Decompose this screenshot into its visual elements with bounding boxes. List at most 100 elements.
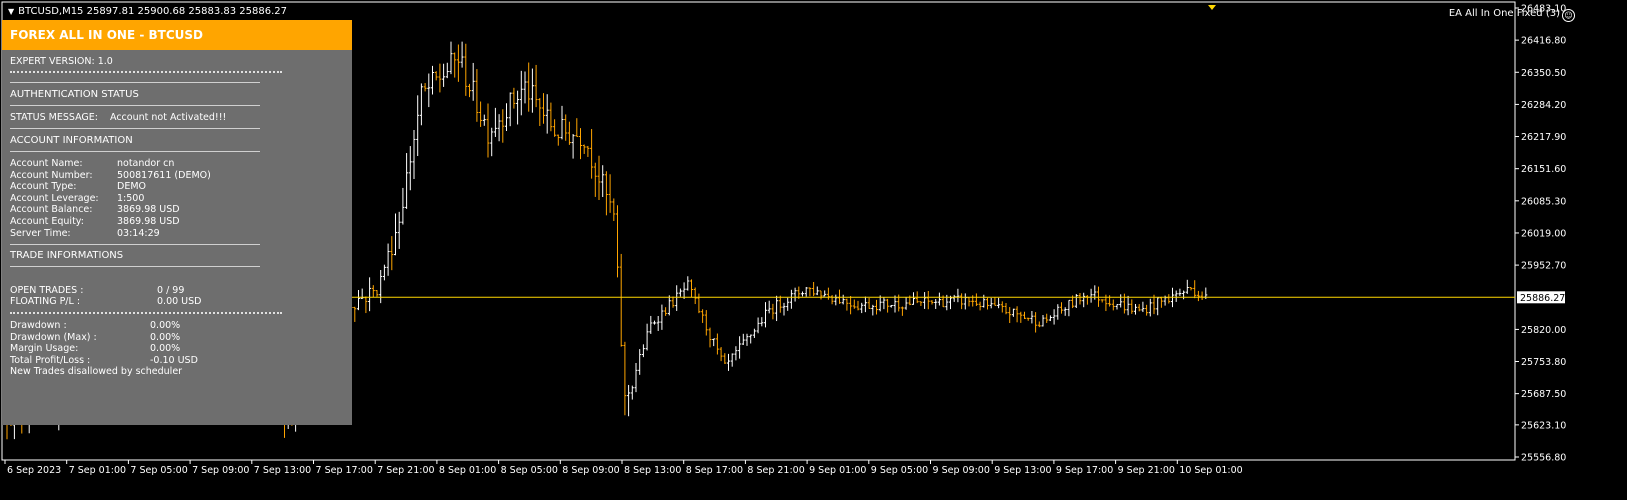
ohlc-bar — [823, 290, 827, 297]
ohlc-bar — [697, 293, 701, 314]
ohlc-bar — [1048, 315, 1052, 322]
price-tick-label: 25556.80 — [1521, 453, 1566, 464]
ohlc-bar — [493, 107, 497, 137]
account-row-value: DEMO — [117, 181, 146, 193]
ohlc-bar — [482, 114, 486, 126]
ohlc-bar — [545, 94, 549, 134]
stat-row-value: 0.00% — [150, 331, 181, 343]
ohlc-bar — [856, 300, 860, 311]
ohlc-bar — [960, 293, 964, 310]
ohlc-bar — [1085, 295, 1089, 305]
time-tick-label: 6 Sep 2023 — [7, 465, 61, 476]
ohlc-bar — [501, 109, 505, 143]
ohlc-bar — [738, 336, 742, 359]
ohlc-bar — [427, 73, 431, 108]
symbol-dropdown-icon[interactable]: ▼ — [8, 7, 14, 16]
ohlc-bar — [479, 101, 483, 127]
stat-row-value: 0.00% — [150, 320, 181, 331]
ohlc-bar — [616, 205, 619, 278]
ohlc-bar — [1100, 299, 1104, 303]
account-row-label: Account Equity: — [10, 216, 84, 227]
ohlc-bar — [401, 187, 405, 225]
ohlc-bar — [693, 287, 697, 305]
ohlc-bar — [997, 297, 1001, 309]
account-row-label: Account Name: — [10, 158, 83, 169]
ohlc-bar — [708, 327, 712, 348]
ohlc-bar — [582, 144, 586, 154]
ohlc-bar — [534, 64, 538, 108]
ohlc-bar — [1000, 301, 1004, 313]
ohlc-bar — [394, 213, 397, 256]
time-tick-label: 9 Sep 17:00 — [1056, 465, 1113, 476]
ohlc-bar — [1052, 309, 1056, 325]
ohlc-bar — [834, 294, 838, 306]
divider — [10, 312, 282, 314]
ohlc-bar — [649, 315, 653, 334]
time-tick-label: 8 Sep 17:00 — [686, 465, 743, 476]
ohlc-bar — [542, 93, 545, 124]
ohlc-bar — [664, 307, 668, 316]
shift-marker-icon[interactable] — [1208, 5, 1216, 10]
price-tick-label: 25753.80 — [1521, 357, 1566, 368]
stat-row-label: Margin Usage: — [10, 343, 79, 354]
ohlc-bar — [986, 297, 989, 310]
time-tick-label: 7 Sep 13:00 — [254, 465, 311, 476]
ohlc-bar — [1045, 313, 1049, 323]
price-tick-label: 26284.20 — [1521, 100, 1566, 111]
ohlc-bar — [867, 297, 871, 309]
ohlc-bar — [1122, 293, 1126, 314]
time-tick-label: 8 Sep 13:00 — [624, 465, 681, 476]
ohlc-bar — [1167, 294, 1171, 304]
ohlc-bar — [490, 127, 494, 157]
ohlc-bar — [775, 295, 779, 322]
ohlc-bar — [390, 236, 394, 271]
time-tick-label: 9 Sep 09:00 — [933, 465, 990, 476]
ohlc-bar — [937, 292, 941, 306]
ohlc-bar — [1178, 288, 1182, 296]
ohlc-bar — [934, 298, 938, 309]
ohlc-bar — [575, 118, 579, 138]
ohlc-bar — [782, 302, 786, 316]
ohlc-bar — [893, 295, 897, 313]
ohlc-bar — [1034, 312, 1038, 333]
expert-advisor-label[interactable]: EA All In One Fixed (3) ☺ — [1449, 8, 1575, 22]
ohlc-bar — [460, 41, 464, 68]
account-heading: ACCOUNT INFORMATION — [10, 135, 133, 146]
ohlc-bar — [1004, 303, 1008, 315]
ohlc-bar — [1023, 311, 1026, 319]
ohlc-bar — [353, 306, 357, 322]
time-tick-label: 10 Sep 01:00 — [1179, 465, 1242, 476]
ohlc-bar — [641, 344, 645, 358]
ohlc-bar — [752, 328, 756, 338]
ea-info-panel: FOREX ALL IN ONE - BTCUSD EXPERT VERSION… — [2, 20, 352, 425]
price-tick-label: 26217.90 — [1521, 132, 1566, 143]
ohlc-bar — [638, 349, 642, 375]
ohlc-bar — [1145, 304, 1149, 316]
ohlc-bar — [627, 384, 631, 417]
ohlc-bar — [719, 347, 723, 362]
ohlc-bar — [667, 295, 671, 316]
ohlc-bar — [438, 63, 442, 93]
time-tick-label: 7 Sep 09:00 — [192, 465, 249, 476]
ohlc-bar — [841, 294, 845, 305]
ohlc-bar — [397, 211, 401, 249]
floating-pl-value: 0.00 USD — [157, 296, 202, 307]
ohlc-bar — [701, 309, 705, 323]
ohlc-bar — [431, 65, 434, 95]
smiley-icon: ☺ — [1562, 9, 1575, 22]
ohlc-bar — [808, 287, 812, 297]
ohlc-bar — [815, 286, 819, 296]
ohlc-bar — [549, 102, 553, 132]
current-price-label: 25886.27 — [1520, 293, 1565, 304]
time-tick-label: 8 Sep 21:00 — [747, 465, 804, 476]
ohlc-bar — [357, 290, 360, 311]
ohlc-bar — [516, 90, 520, 125]
account-row-value: 1:500 — [117, 192, 145, 204]
ohlc-bar — [449, 41, 453, 75]
ohlc-bar — [1063, 307, 1067, 316]
time-tick-label: 7 Sep 17:00 — [316, 465, 373, 476]
ohlc-bar — [1134, 303, 1137, 315]
ohlc-bar — [419, 83, 423, 126]
account-row-value: 3869.98 USD — [117, 216, 180, 227]
ohlc-bar — [671, 296, 675, 308]
